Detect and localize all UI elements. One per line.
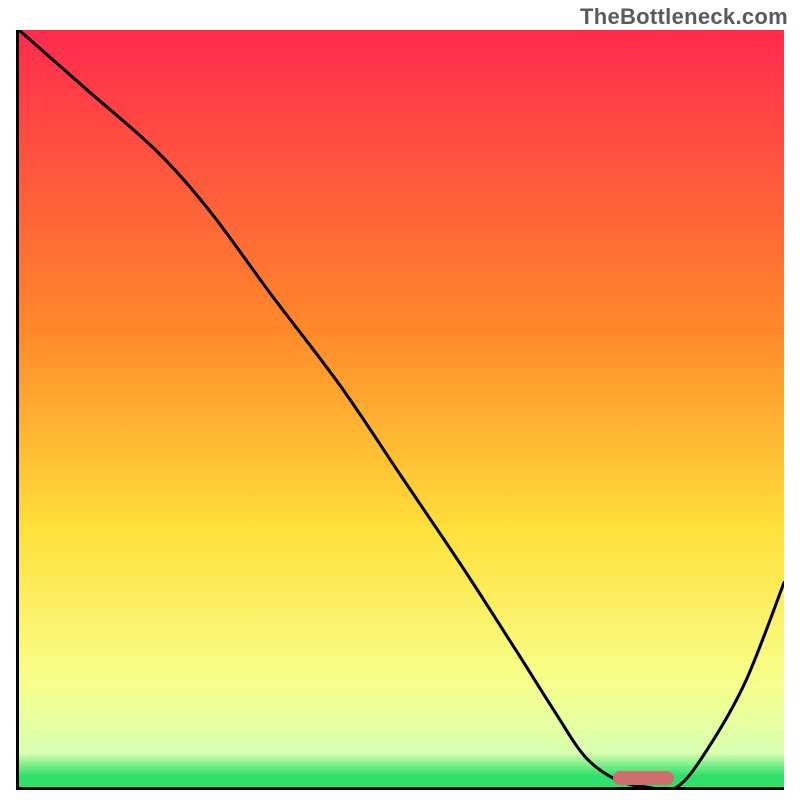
watermark-text: TheBottleneck.com	[580, 4, 788, 30]
gradient-background	[19, 30, 784, 787]
chart-stage: TheBottleneck.com	[0, 0, 800, 800]
plot-area	[16, 30, 784, 790]
optimal-range-marker	[613, 771, 674, 785]
plot-svg	[19, 30, 784, 787]
